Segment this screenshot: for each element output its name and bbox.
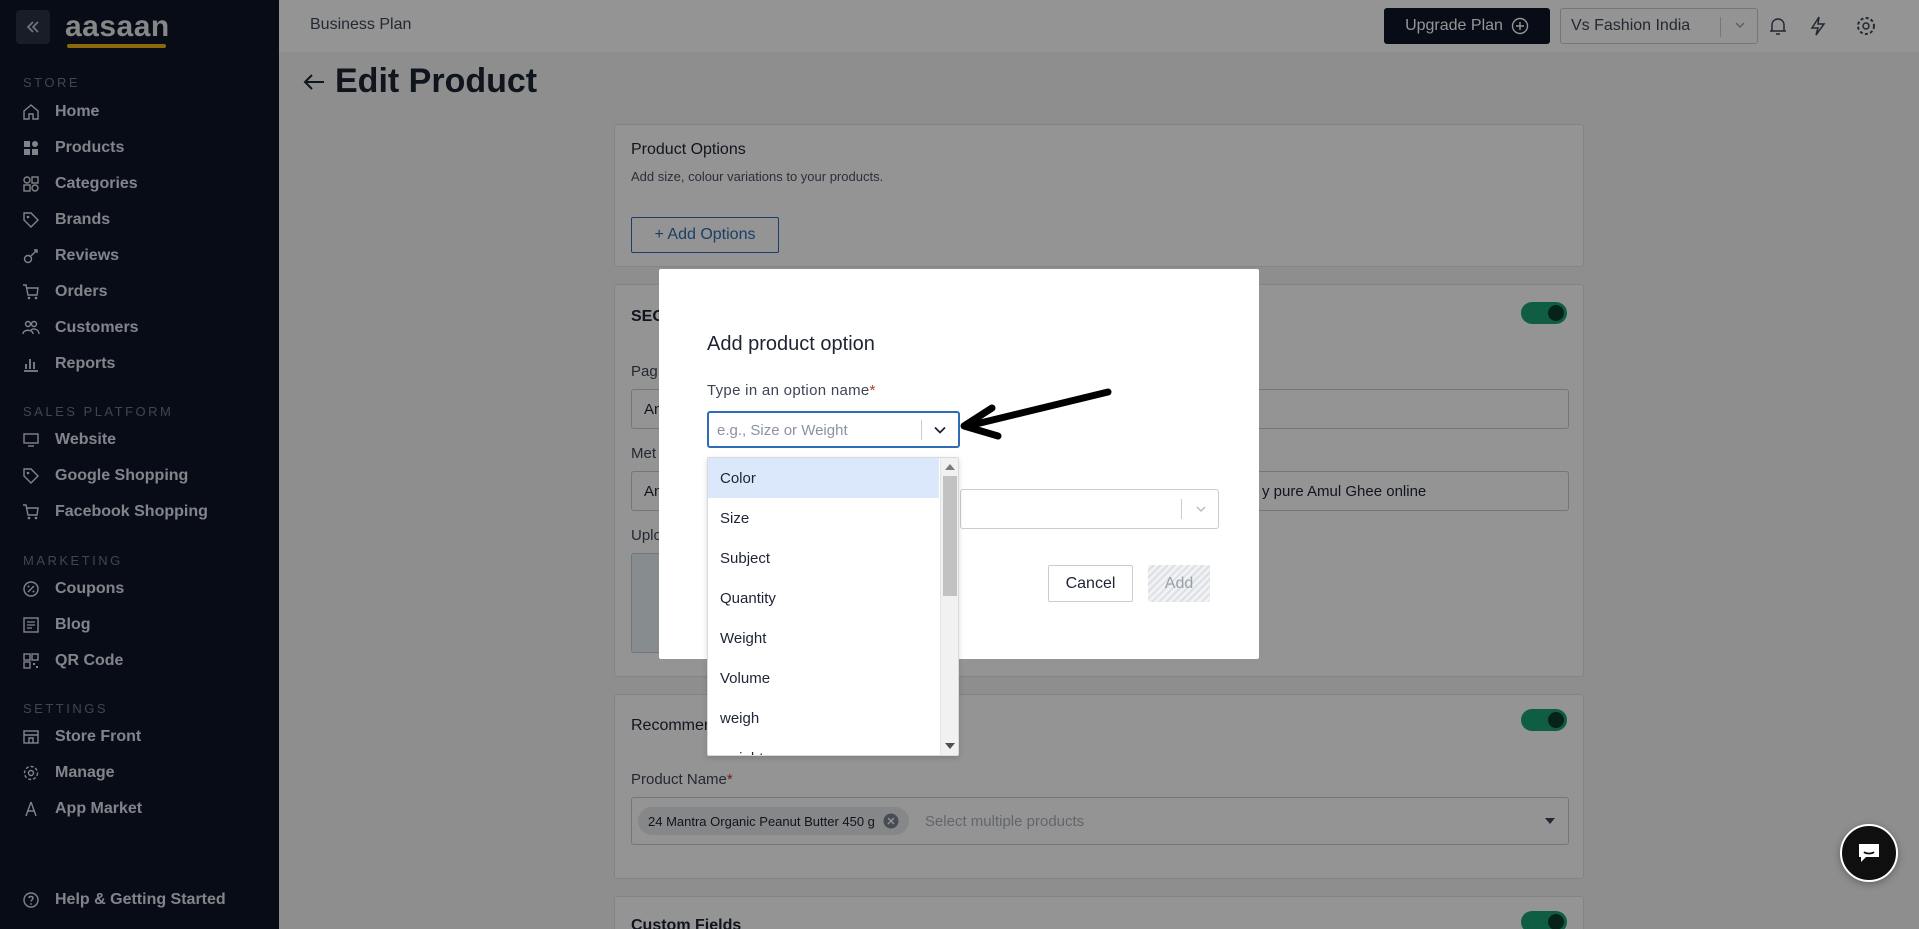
option-item-subject[interactable]: Subject [708, 538, 939, 578]
chat-launcher-button[interactable] [1840, 824, 1898, 882]
option-item-size[interactable]: Size [708, 498, 939, 538]
option-name-label: Type in an option name* [707, 382, 876, 399]
option-item-volume[interactable]: Volume [708, 658, 939, 698]
annotation-arrow-icon [960, 388, 1112, 440]
option-item-weight-lower[interactable]: weight [708, 738, 939, 756]
option-item-quantity[interactable]: Quantity [708, 578, 939, 618]
option-list: Color Size Subject Quantity Weight Volum… [708, 458, 939, 756]
scrollbar-thumb[interactable] [943, 476, 957, 596]
option-item-weight[interactable]: Weight [708, 618, 939, 658]
option-name-dropdown: Color Size Subject Quantity Weight Volum… [707, 457, 959, 756]
modal-title: Add product option [707, 333, 875, 355]
option-item-weigh[interactable]: weigh [708, 698, 939, 738]
chat-bubble-icon [1859, 844, 1879, 862]
option-name-input[interactable] [717, 419, 912, 441]
chevron-down-icon [1196, 506, 1206, 512]
scroll-up-arrow-icon[interactable] [945, 464, 955, 470]
scroll-down-arrow-icon[interactable] [945, 743, 955, 749]
option-name-combobox[interactable] [707, 411, 960, 448]
option-values-select[interactable] [960, 489, 1219, 529]
chevron-down-icon[interactable] [932, 422, 948, 438]
cancel-button[interactable]: Cancel [1048, 565, 1133, 602]
option-item-color[interactable]: Color [708, 458, 939, 498]
dropdown-scrollbar[interactable] [940, 458, 958, 755]
add-button[interactable]: Add [1148, 565, 1210, 602]
